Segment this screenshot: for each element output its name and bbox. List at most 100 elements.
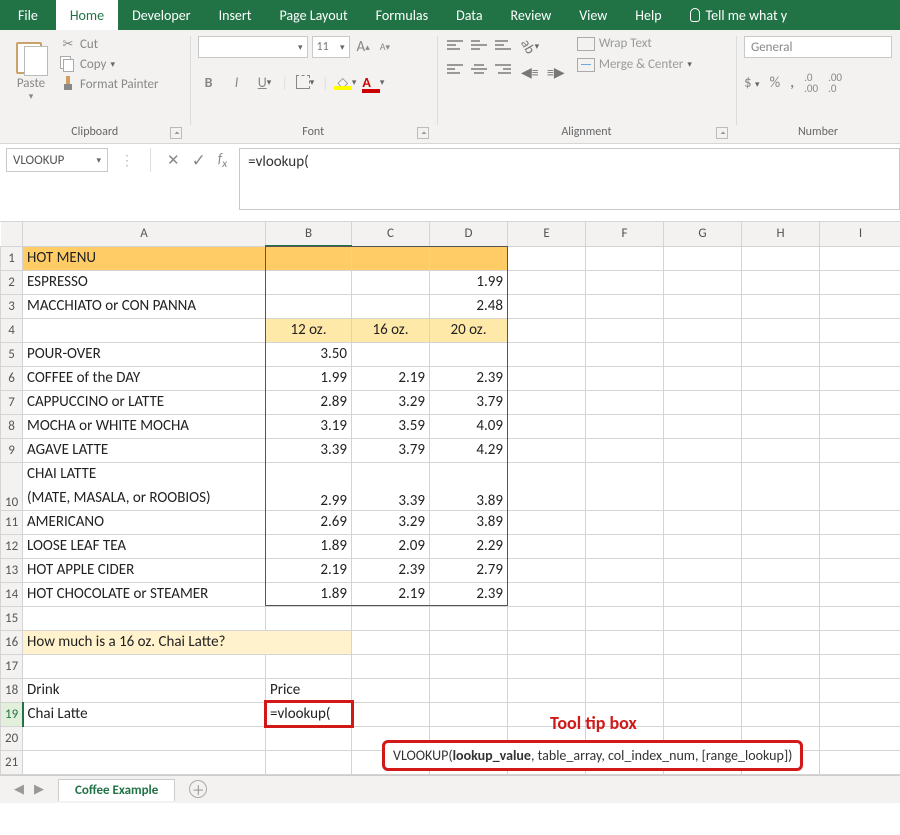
cell[interactable] [820, 246, 900, 270]
cell[interactable]: HOT CHOCOLATE or STEAMER [23, 582, 266, 606]
tell-me-search[interactable]: Tell me what y [676, 0, 802, 30]
cell[interactable] [664, 462, 742, 510]
cell[interactable] [586, 366, 664, 390]
cell[interactable] [352, 606, 430, 630]
comma-button[interactable]: , [790, 74, 794, 92]
cell[interactable] [820, 726, 900, 750]
cell[interactable] [664, 270, 742, 294]
cell[interactable]: 2.09 [352, 534, 430, 558]
cell[interactable] [820, 534, 900, 558]
cell[interactable] [820, 438, 900, 462]
cell[interactable] [664, 318, 742, 342]
cell[interactable] [266, 606, 352, 630]
cell[interactable]: 1.89 [266, 582, 352, 606]
cell[interactable]: POUR-OVER [23, 342, 266, 366]
cell[interactable] [352, 246, 430, 270]
cell[interactable] [664, 630, 742, 654]
cell[interactable] [820, 630, 900, 654]
col-header-i[interactable]: I [820, 222, 900, 246]
row-header[interactable]: 13 [1, 558, 23, 582]
cell[interactable] [586, 510, 664, 534]
align-top-button[interactable] [445, 36, 465, 54]
tab-developer[interactable]: Developer [118, 0, 204, 30]
cell[interactable] [820, 390, 900, 414]
cell[interactable] [664, 678, 742, 702]
row-header[interactable]: 16 [1, 630, 23, 654]
cell[interactable] [586, 294, 664, 318]
cell[interactable] [266, 270, 352, 294]
cell[interactable] [586, 318, 664, 342]
align-middle-button[interactable] [469, 36, 489, 54]
cell[interactable] [742, 654, 820, 678]
row-header[interactable]: 12 [1, 534, 23, 558]
tab-data[interactable]: Data [442, 0, 496, 30]
cell[interactable]: LOOSE LEAF TEA [23, 534, 266, 558]
align-right-button[interactable] [493, 60, 513, 78]
cell[interactable]: 20 oz. [430, 318, 508, 342]
paste-button[interactable]: Paste ▾ [8, 36, 54, 102]
cell[interactable] [352, 630, 430, 654]
cell[interactable]: 3.89 [430, 510, 508, 534]
cell[interactable]: MOCHA or WHITE MOCHA [23, 414, 266, 438]
cell[interactable]: How much is a 16 oz. Chai Latte? [23, 630, 352, 654]
cell[interactable] [508, 270, 586, 294]
accounting-button[interactable]: $ ▾ [744, 74, 760, 92]
cell[interactable] [820, 678, 900, 702]
cell[interactable] [508, 630, 586, 654]
cell[interactable] [586, 246, 664, 270]
cell[interactable]: 2.99 [266, 462, 352, 510]
formula-input[interactable]: =vlookup( [239, 148, 900, 210]
row-header[interactable]: 7 [1, 390, 23, 414]
cell[interactable] [664, 558, 742, 582]
font-name-select[interactable]: ▾ [198, 36, 308, 58]
worksheet-grid[interactable]: A B C D E F G H I 1 HOT MENU 2 ESPRESSO … [0, 222, 900, 775]
cell[interactable] [664, 246, 742, 270]
cell[interactable] [664, 294, 742, 318]
row-header[interactable]: 14 [1, 582, 23, 606]
cell[interactable]: 1.99 [266, 366, 352, 390]
cell[interactable]: 2.48 [430, 294, 508, 318]
tab-page-layout[interactable]: Page Layout [265, 0, 361, 30]
cell[interactable] [430, 606, 508, 630]
cell[interactable]: 3.19 [266, 414, 352, 438]
cell[interactable]: 3.79 [430, 390, 508, 414]
cell[interactable] [586, 438, 664, 462]
decrease-decimal-button[interactable]: .00.0 [828, 72, 842, 94]
cell[interactable] [742, 390, 820, 414]
cell[interactable] [430, 678, 508, 702]
row-header[interactable]: 19 [1, 702, 23, 726]
cell[interactable] [586, 270, 664, 294]
cell[interactable] [23, 318, 266, 342]
tab-file[interactable]: File [0, 0, 56, 30]
cell[interactable] [742, 270, 820, 294]
cell[interactable] [508, 342, 586, 366]
col-header-d[interactable]: D [430, 222, 508, 246]
cell[interactable] [508, 534, 586, 558]
cell[interactable] [508, 294, 586, 318]
cell[interactable] [820, 606, 900, 630]
cell[interactable]: 2.39 [352, 558, 430, 582]
cell[interactable]: MACCHIATO or CON PANNA [23, 294, 266, 318]
cell[interactable]: 4.29 [430, 438, 508, 462]
col-header-e[interactable]: E [508, 222, 586, 246]
cell[interactable]: 12 oz. [266, 318, 352, 342]
format-painter-button[interactable]: Format Painter [60, 76, 159, 92]
cell[interactable]: 2.69 [266, 510, 352, 534]
cell[interactable] [664, 390, 742, 414]
cell[interactable] [586, 654, 664, 678]
cell[interactable] [742, 630, 820, 654]
cell[interactable]: HOT APPLE CIDER [23, 558, 266, 582]
cell[interactable] [820, 270, 900, 294]
percent-button[interactable]: % [770, 74, 781, 92]
dialog-launcher-icon[interactable] [417, 127, 429, 139]
cell[interactable] [352, 654, 430, 678]
decrease-indent-button[interactable]: ◀≡ [519, 62, 541, 82]
cell[interactable] [820, 414, 900, 438]
cell[interactable]: AMERICANO [23, 510, 266, 534]
cell[interactable] [352, 678, 430, 702]
cell[interactable] [742, 366, 820, 390]
cell[interactable] [586, 342, 664, 366]
row-header[interactable]: 1 [1, 246, 23, 270]
tab-review[interactable]: Review [497, 0, 566, 30]
cell[interactable] [820, 342, 900, 366]
